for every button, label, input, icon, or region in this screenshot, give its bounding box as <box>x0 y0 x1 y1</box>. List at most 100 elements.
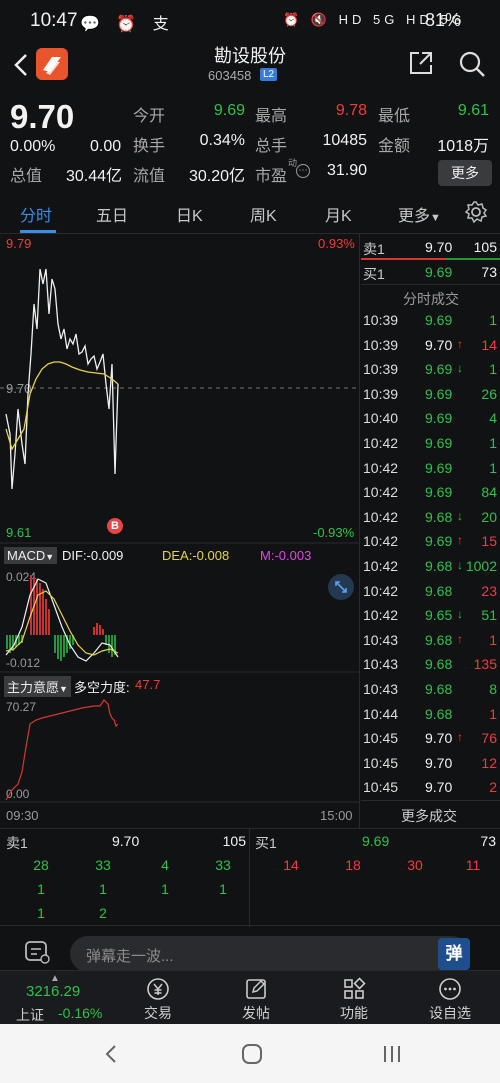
trade-time: 10:42 <box>363 582 399 599</box>
sell-queue-order: 1 <box>161 881 169 897</box>
pe-info-icon[interactable]: ⋯ <box>296 164 310 178</box>
trade-time: 10:45 <box>363 779 399 796</box>
index-ticker[interactable]: ▲ 3216.29 上证 -0.16% <box>0 971 110 1025</box>
comment-bar: 弹幕走一波... 弹 <box>0 926 500 974</box>
buy-marker[interactable]: B <box>107 518 123 534</box>
trade-volume: 84 <box>481 484 497 501</box>
trade-time: 10:43 <box>363 631 399 648</box>
period-tabs: 分时 五日 日K 周K 月K 更多▼ <box>0 192 500 234</box>
dea-value: DEA:-0.008 <box>162 548 230 563</box>
force-value: 47.7 <box>135 677 161 692</box>
system-home-button[interactable] <box>240 1042 264 1066</box>
price-line <box>5 268 119 490</box>
danmu-toggle-button[interactable] <box>24 940 50 964</box>
tab-more[interactable]: 更多▼ <box>398 202 441 226</box>
ob-buy-label: 买1 <box>255 835 277 851</box>
ask1-row: 卖1 9.70 105 <box>361 234 500 260</box>
trade-volume: 15 <box>481 533 497 550</box>
macd-selector[interactable]: MACD▼ <box>4 547 58 564</box>
trade-volume: 20 <box>481 508 497 525</box>
sell-queue-order: 1 <box>99 881 107 897</box>
tab-monthly-k[interactable]: 月K <box>325 202 352 226</box>
trade-time: 10:39 <box>363 361 399 378</box>
tab-daily-k[interactable]: 日K <box>176 202 203 226</box>
sell-queue-order: 4 <box>161 857 169 873</box>
settings-button[interactable] <box>464 200 488 224</box>
home-icon <box>242 1044 262 1064</box>
intraday-chart-area[interactable]: 9.79 0.93% 9.70 9.61 -0.93% B MACD▼ DIF:… <box>0 234 360 828</box>
active-tab-indicator <box>20 230 56 233</box>
mcap-value: 30.44亿 <box>65 168 122 185</box>
tab-five-day[interactable]: 五日 <box>96 202 128 226</box>
trade-row: 10:39 9.69 26 <box>361 382 500 407</box>
turnover-label: 换手 <box>133 138 166 155</box>
trade-volume: 51 <box>481 607 497 624</box>
trade-volume: 4 <box>489 410 497 427</box>
more-trades-button[interactable]: 更多成交 <box>361 800 500 828</box>
pe-value: 31.90 <box>326 162 367 179</box>
tab-weekly-k[interactable]: 周K <box>250 202 277 226</box>
trade-volume: 26 <box>481 385 497 402</box>
trade-price: 9.69 <box>425 435 453 451</box>
bottom-nav: ▲ 3216.29 上证 -0.16% 交易 发帖 功能 设自选 <box>0 970 500 1024</box>
float-label: 流值 <box>133 168 166 185</box>
trade-price: 9.70 <box>425 779 453 796</box>
float-value: 30.20亿 <box>188 168 245 185</box>
nav-post-label: 发帖 <box>242 1005 270 1021</box>
trade-row: 10:42 9.68 ↓ 20 <box>361 505 500 530</box>
nav-functions-label: 功能 <box>340 1005 368 1021</box>
expand-chart-button[interactable] <box>328 574 354 600</box>
trade-direction-icon: ↑ <box>457 730 463 745</box>
sell-queue-order: 33 <box>95 857 111 873</box>
trade-price: 9.69 <box>425 410 453 427</box>
trades-title-row: 分时成交 <box>361 284 500 310</box>
dropdown-arrow-icon: ▼ <box>430 212 441 224</box>
ob-sell-label: 卖1 <box>6 835 28 851</box>
buy-queue-order: 30 <box>407 857 423 873</box>
system-recents-button[interactable] <box>380 1042 404 1066</box>
search-button[interactable] <box>458 50 486 78</box>
send-danmu-button[interactable]: 弹 <box>438 938 470 970</box>
nav-post[interactable]: 发帖 <box>206 971 306 1025</box>
sell-queue-order: 28 <box>33 857 49 873</box>
trade-volume: 1 <box>489 705 497 722</box>
buy-queue-order: 11 <box>465 857 481 873</box>
trade-time: 10:42 <box>363 435 399 451</box>
index-change: -0.16% <box>58 1005 103 1021</box>
nav-add-watchlist[interactable]: 设自选 <box>400 971 500 1025</box>
tab-more-label: 更多 <box>398 208 431 225</box>
trade-list[interactable]: 10:39 9.69 1 10:39 9.70 ↑ 14 10:39 9.69 ↓ 1 10:39 9.… <box>361 308 500 800</box>
trade-volume: 23 <box>481 582 497 599</box>
tab-intraday[interactable]: 分时 <box>20 202 52 226</box>
trade-direction-icon: ↓ <box>457 508 463 523</box>
system-back-button[interactable] <box>100 1042 124 1066</box>
trade-volume: 1 <box>489 312 497 328</box>
nav-trade[interactable]: 交易 <box>108 971 208 1025</box>
search-icon <box>459 51 485 77</box>
system-nav-bar <box>0 1024 500 1083</box>
comment-input[interactable]: 弹幕走一波... 弹 <box>70 936 470 972</box>
expand-icon <box>335 581 347 593</box>
bid1-row: 买1 9.69 73 <box>361 260 500 284</box>
more-quote-button[interactable]: 更多 <box>438 160 492 186</box>
trade-time: 10:42 <box>363 484 399 501</box>
level2-badge[interactable]: L2 <box>260 68 278 81</box>
comment-placeholder: 弹幕走一波... <box>86 948 174 965</box>
nav-functions[interactable]: 功能 <box>304 971 404 1025</box>
open-label: 今开 <box>133 108 166 125</box>
trade-time: 10:45 <box>363 730 399 747</box>
trade-direction-icon: ↓ <box>457 558 463 572</box>
sell-queue-order: 33 <box>215 857 231 873</box>
avg-price-line <box>5 361 119 451</box>
trade-volume: 76 <box>481 730 497 747</box>
trade-volume: 8 <box>489 681 497 697</box>
share-button[interactable] <box>408 50 434 76</box>
trade-row: 10:43 9.68 8 <box>361 677 500 702</box>
trade-price: 9.68 <box>425 582 453 599</box>
trade-row: 10:42 9.68 23 <box>361 579 500 604</box>
trade-time: 10:39 <box>363 385 399 402</box>
change-abs: 0.00 <box>90 138 122 155</box>
trades-panel: 卖1 9.70 105 买1 9.69 73 分时成交 10:39 9.69 1 10… <box>361 234 500 828</box>
trade-time: 10:39 <box>363 336 399 353</box>
sell-queue-order: 1 <box>37 905 45 921</box>
